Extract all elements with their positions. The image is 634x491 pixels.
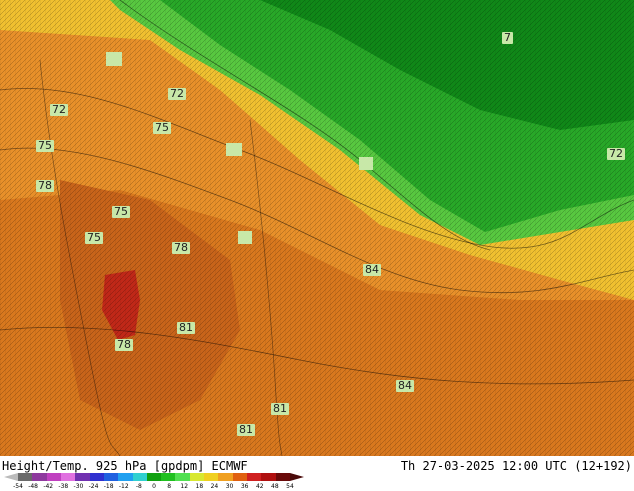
contour-label: 78 (115, 338, 133, 351)
color-scale-segment (103, 473, 119, 481)
color-scale-segment (161, 473, 176, 481)
color-scale-tick-label: 48 (271, 483, 279, 490)
color-scale-segment (118, 473, 133, 481)
station-marker (106, 52, 122, 66)
color-scale-segment (75, 473, 90, 481)
contour-label: 72 (607, 147, 625, 160)
color-scale-segment (132, 473, 147, 481)
contour-label: 81 (177, 321, 195, 334)
contour-label: 75 (153, 121, 171, 134)
station-marker (238, 231, 252, 244)
color-scale-segment (218, 473, 233, 481)
color-scale-segment (189, 473, 205, 481)
contour-label: 81 (237, 423, 255, 436)
color-scale-segment (146, 473, 162, 481)
color-scale (18, 473, 290, 481)
contour-label: 84 (396, 379, 414, 392)
station-marker (226, 143, 242, 156)
color-scale-tick-label: 18 (195, 483, 204, 490)
scale-arrow-left-icon (4, 473, 18, 481)
color-scale-segment (18, 473, 33, 481)
map-canvas (0, 0, 634, 456)
temperature-map: 7 72 72 75 75 72 78 75 75 78 84 81 78 84… (0, 0, 634, 456)
color-scale-tick-label: -8 (135, 483, 142, 490)
grid-hatching (0, 0, 634, 456)
color-scale-segment (89, 473, 104, 481)
contour-label: 78 (36, 179, 54, 192)
color-scale-segment (175, 473, 190, 481)
color-scale-segment (32, 473, 47, 481)
color-scale-tick-label: 54 (286, 483, 294, 490)
contour-label: 84 (363, 263, 381, 276)
contour-label: 81 (271, 402, 289, 415)
color-scale-segment (247, 473, 262, 481)
contour-label: 7 (502, 31, 513, 44)
color-scale-tick-label: 24 (210, 483, 219, 490)
color-scale-tick-label: -30 (73, 483, 84, 490)
contour-label: 72 (168, 87, 186, 100)
color-scale-tick-label: -38 (58, 483, 69, 490)
contour-label: 75 (85, 231, 103, 244)
color-scale-tick-label: -54 (13, 483, 23, 490)
color-scale-segment (275, 473, 290, 481)
color-scale-tick-label: -42 (43, 483, 54, 490)
map-title: Height/Temp. 925 hPa [gpdpm] ECMWF (2, 459, 248, 473)
contour-label: 75 (36, 139, 54, 152)
scale-arrow-right-icon (290, 473, 304, 481)
color-scale-segment (261, 473, 276, 481)
color-scale-tick-label: 8 (167, 483, 172, 490)
map-footer: Height/Temp. 925 hPa [gpdpm] ECMWF Th 27… (0, 456, 634, 490)
color-scale-segment (204, 473, 219, 481)
valid-time: Th 27-03-2025 12:00 UTC (12+192) (400, 459, 632, 473)
contour-label: 75 (112, 205, 130, 218)
color-scale-tick-label: -12 (118, 483, 129, 490)
color-scale-tick-label: 42 (255, 483, 264, 490)
color-scale-tick-label: -18 (103, 483, 114, 490)
color-scale-tick-label: -48 (28, 483, 39, 490)
color-scale-segment (60, 473, 76, 481)
contour-label: 78 (172, 241, 190, 254)
color-scale-segment (232, 473, 247, 481)
color-scale-segment (46, 473, 61, 481)
color-scale-tick-label: 30 (225, 483, 234, 490)
color-scale-tick-label: -24 (88, 483, 99, 490)
contour-label: 72 (50, 103, 68, 116)
color-scale-tick-label: 12 (180, 483, 189, 490)
color-scale-tick-label: 36 (240, 483, 249, 490)
color-scale-tick-label: 0 (152, 483, 156, 490)
station-marker (359, 157, 373, 170)
